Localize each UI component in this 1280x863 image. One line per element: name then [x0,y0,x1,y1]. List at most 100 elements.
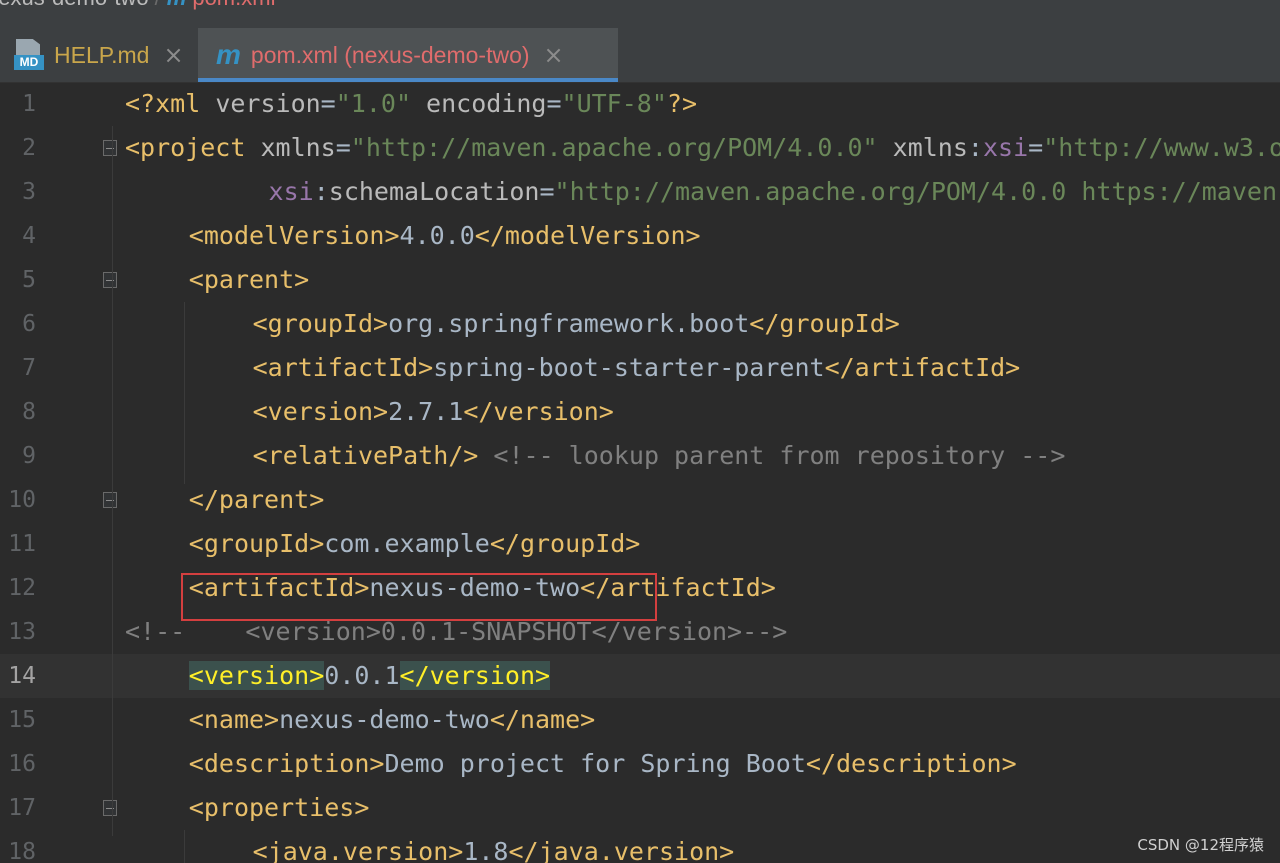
highlight-annotation-box [181,573,657,621]
code-text: <properties> [189,786,370,830]
line-number: 7 [22,355,36,381]
code-token: 0.0.1 [324,661,400,690]
code-token: 2.7.1 [388,397,464,426]
code-token: <groupId> [188,529,325,558]
line-number: 15 [8,707,36,733]
code-text: <version>0.0.1</version> [188,654,551,698]
line-number: 12 [8,575,36,601]
line-number: 13 [8,619,36,645]
tab-help-md[interactable]: MD HELP.md × [0,28,198,82]
fold-marker-icon[interactable] [103,800,117,816]
code-token: <version> [252,397,389,426]
code-editor[interactable]: 1 <?xml version="1.0" encoding="UTF-8"?> 2… [0,82,1280,863]
breadcrumb-separator: / [155,0,161,10]
code-token: </groupId> [489,529,641,558]
line-number: 18 [8,839,36,863]
navigation-breadcrumb: nexus-demo-two / m pom.xml [0,0,1280,28]
code-token: : [967,133,983,162]
code-token: encoding [411,89,547,118]
line-number: 14 [8,663,36,689]
code-token: "http://maven.apache.org/POM/4.0.0" [350,133,878,162]
code-line[interactable]: 2 <project xmlns="http://maven.apache.org… [0,126,1280,170]
code-token: <parent> [188,265,310,294]
code-text: <parent> [189,258,309,302]
code-text: <?xml version="1.0" encoding="UTF-8"?> [125,82,697,126]
code-line[interactable]: 9 <relativePath/> <!-- lookup parent from… [0,434,1280,478]
code-line[interactable]: 14 <version>0.0.1</version> [0,654,1280,698]
code-token: </version> [463,397,614,426]
code-text: <version>2.7.1</version> [253,390,614,434]
maven-icon: m [216,39,241,70]
code-line[interactable]: 4 <modelVersion>4.0.0</modelVersion> [0,214,1280,258]
maven-icon: m [167,0,187,10]
code-line[interactable]: 3 xsi:schemaLocation="http://maven.apache… [0,170,1280,214]
code-token: nexus-demo-two [279,705,490,734]
code-token: </groupId> [749,309,900,338]
line-number: 11 [8,531,36,557]
code-line[interactable]: 16 <description>Demo project for Spring B… [0,742,1280,786]
code-token: "1.0" [335,89,411,118]
code-token: "http://maven.apache.org/POM/4.0.0 https… [554,177,1280,206]
code-text: <java.version>1.8</java.version> [253,830,735,863]
close-icon[interactable]: × [544,41,564,69]
code-line[interactable]: 8 <version>2.7.1</version> [0,390,1280,434]
indent-guide [112,126,113,836]
line-number: 17 [8,795,36,821]
code-token: xsi [982,133,1029,162]
indent-guide [184,830,185,863]
line-number: 2 [22,135,36,161]
breadcrumb-project[interactable]: nexus-demo-two [0,0,149,10]
code-token: <project [125,133,261,162]
code-line[interactable]: 11 <groupId>com.example</groupId> [0,522,1280,566]
code-line[interactable]: 18 <java.version>1.8</java.version> [0,830,1280,863]
code-line[interactable]: 10 </parent> [0,478,1280,522]
code-token: </java.version> [508,837,735,863]
breadcrumb-file[interactable]: pom.xml [192,0,275,10]
code-token: </description> [805,749,1017,778]
code-text: <description>Demo project for Spring Boo… [189,742,1017,786]
code-token: </artifactId> [824,353,1021,382]
close-icon[interactable]: × [163,41,183,69]
line-number: 3 [22,179,36,205]
fold-marker-icon[interactable] [103,140,117,156]
editor-tab-bar: MD HELP.md × m pom.xml (nexus-demo-two) … [0,28,1280,83]
code-line[interactable]: 7 <artifactId>spring-boot-starter-parent<… [0,346,1280,390]
watermark: CSDN @12程序猿 [1137,836,1264,854]
code-token: 4.0.0 [399,221,475,250]
tab-label: HELP.md [54,41,150,68]
code-token: <modelVersion> [188,221,400,250]
code-token: org.springframework.boot [388,309,750,338]
fold-marker-icon[interactable] [103,492,117,508]
code-token: </name> [489,705,596,734]
code-text: <name>nexus-demo-two</name> [189,698,595,742]
code-text: xsi:schemaLocation="http://maven.apache.… [269,170,1280,214]
code-token: <?xml [125,89,216,118]
line-number: 9 [22,443,36,469]
code-token: <artifactId> [252,353,434,382]
code-token: <java.version> [252,837,464,863]
tab-label: pom.xml (nexus-demo-two) [250,41,530,68]
md-icon-label: MD [14,55,44,70]
tab-pom-xml[interactable]: m pom.xml (nexus-demo-two) × [198,28,618,82]
code-line[interactable]: 1 <?xml version="1.0" encoding="UTF-8"?> [0,82,1280,126]
code-token: <relativePath/> [252,441,479,470]
fold-marker-icon[interactable] [103,272,117,288]
code-text: <project xmlns="http://maven.apache.org/… [125,126,1280,170]
line-number: 8 [22,399,36,425]
code-line[interactable]: 5 <parent> [0,258,1280,302]
indent-guide [184,302,185,484]
line-number: 1 [22,91,36,117]
code-text: </parent> [189,478,324,522]
code-line[interactable]: 17 <properties> [0,786,1280,830]
code-text: <modelVersion>4.0.0</modelVersion> [189,214,701,258]
code-text: <groupId>org.springframework.boot</group… [253,302,900,346]
code-token: = [320,89,336,118]
line-number: 5 [22,267,36,293]
code-text: <groupId>com.example</groupId> [189,522,641,566]
code-token: </version> [399,661,551,690]
code-token: schemaLocation [328,177,540,206]
code-line[interactable]: 6 <groupId>org.springframework.boot</grou… [0,302,1280,346]
code-token: com.example [324,529,490,558]
md-file-icon: MD [14,39,44,71]
code-line[interactable]: 15 <name>nexus-demo-two</name> [0,698,1280,742]
